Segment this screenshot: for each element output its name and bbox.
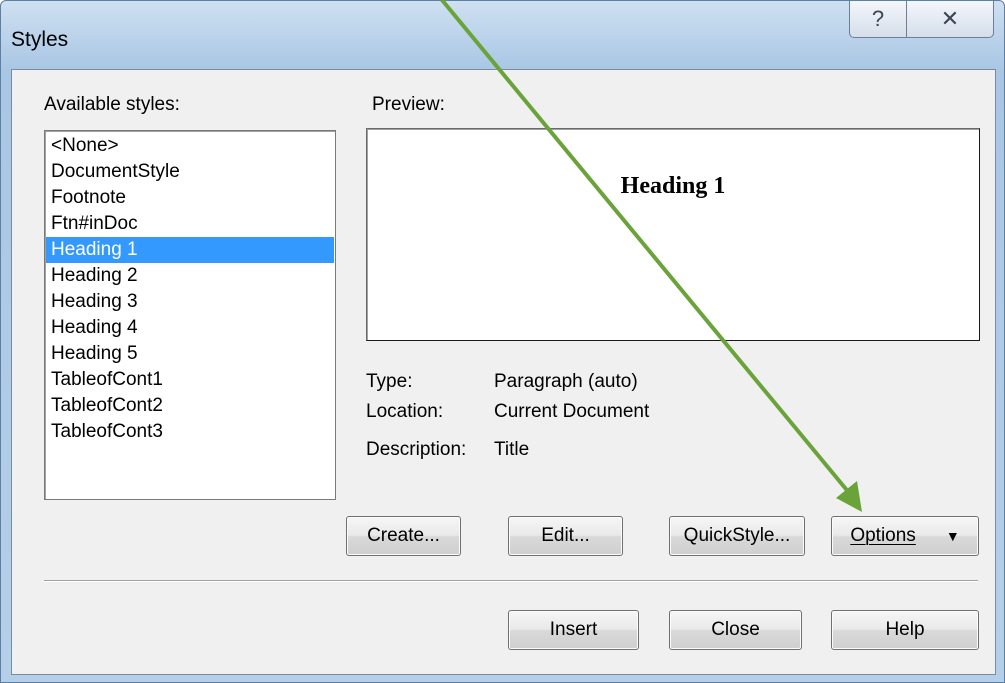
dialog-client-area: Available styles: <None> DocumentStyle F… [11,69,996,675]
list-item[interactable]: Heading 5 [46,341,334,367]
description-label: Description: [366,439,467,460]
available-styles-label: Available styles: [44,94,180,115]
close-icon: ✕ [940,6,960,31]
help-icon: ? [871,6,885,31]
create-button-label: Create... [367,525,440,546]
options-button-label: Options [850,525,916,546]
close-title-button[interactable]: ✕ [906,1,994,38]
description-value: Title [494,439,530,460]
type-value: Paragraph (auto) [494,371,638,392]
list-item[interactable]: TableofCont2 [46,393,334,419]
list-item[interactable]: TableofCont1 [46,367,334,393]
preview-sample-text: Heading 1 [620,173,726,199]
close-button[interactable]: Close [669,610,802,650]
options-dropdown-button[interactable]: Options ▼ [831,516,979,556]
type-label: Type: [366,371,413,392]
location-value: Current Document [494,401,650,422]
list-item[interactable]: Ftn#inDoc [46,211,334,237]
separator [44,580,978,582]
list-item[interactable]: Heading 3 [46,289,334,315]
dialog-title: Styles [11,28,69,51]
close-button-label: Close [711,619,760,640]
quickstyle-button[interactable]: QuickStyle... [669,516,805,556]
list-item[interactable]: TableofCont3 [46,419,334,445]
help-button[interactable]: Help [831,610,979,650]
preview-label: Preview: [372,94,445,115]
quickstyle-button-label: QuickStyle... [683,525,791,546]
create-button[interactable]: Create... [346,516,461,556]
help-button-label: Help [885,619,925,640]
list-item[interactable]: <None> [46,133,334,159]
insert-button-label: Insert [549,619,598,640]
styles-dialog: Styles ? ✕ Available styles: <None> Docu… [0,0,1005,683]
insert-button[interactable]: Insert [508,610,639,650]
list-item[interactable]: Heading 2 [46,263,334,289]
edit-button[interactable]: Edit... [508,516,623,556]
preview-pane: Heading 1 [366,128,980,341]
available-styles-list[interactable]: <None> DocumentStyle Footnote Ftn#inDoc … [44,130,336,500]
list-item[interactable]: DocumentStyle [46,159,334,185]
chevron-down-icon: ▼ [945,528,960,544]
location-label: Location: [366,401,444,422]
list-item-selected[interactable]: Heading 1 [46,237,334,263]
edit-button-label: Edit... [541,525,590,546]
list-item[interactable]: Footnote [46,185,334,211]
list-item[interactable]: Heading 4 [46,315,334,341]
help-title-button[interactable]: ? [849,1,907,38]
